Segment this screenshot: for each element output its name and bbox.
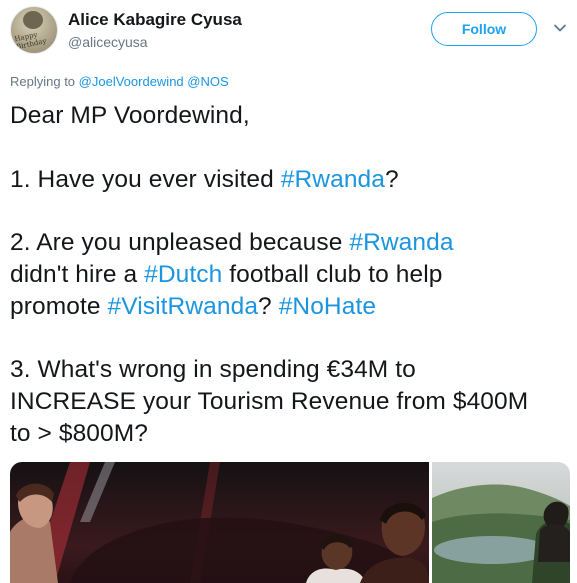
tweet-question-2-line-2: didn't hire a #Dutch football club to he… [10,260,443,288]
gorilla-landscape-illustration [432,484,570,583]
football-players-illustration [10,462,429,583]
hashtag-dutch[interactable]: #Dutch [144,261,222,288]
mention-link-nos[interactable]: @NOS [187,74,228,89]
replying-to-label: Replying to [10,74,76,89]
mention-link-joelvoordewind[interactable]: @JoelVoordewind [79,74,184,89]
hashtag-nohate[interactable]: #NoHate [279,293,376,320]
tweet-question-1: 1. Have you ever visited #Rwanda? [10,165,399,193]
avatar-figure [23,11,43,29]
media-image-gorilla-landscape[interactable] [432,462,570,583]
tweet-question-2-line-1: 2. Are you unpleased because #Rwanda [10,229,454,257]
tweet-header: Happy Birthday Alice Kabagire Cyusa @ali… [10,6,570,58]
media-image-football-players[interactable] [10,462,429,583]
user-handle[interactable]: @alicecyusa [68,34,148,50]
tweet-question-3-line-1: 3. What's wrong in spending €34M to [10,356,416,384]
hashtag-rwanda[interactable]: #Rwanda [349,229,453,256]
replying-to: Replying to @JoelVoordewind @NOS [10,74,229,89]
hashtag-rwanda[interactable]: #Rwanda [281,166,385,193]
tweet-media [10,462,570,583]
tweet-question-2-line-3: promote #VisitRwanda? #NoHate [10,292,377,320]
tweet-greeting: Dear MP Voordewind, [10,102,250,129]
user-name[interactable]: Alice Kabagire Cyusa [68,10,242,30]
avatar[interactable]: Happy Birthday [10,6,58,54]
chevron-down-icon[interactable] [550,18,570,38]
follow-button[interactable]: Follow [431,12,537,46]
tweet-question-3-line-3: to > $800M? [10,419,148,447]
avatar-caption: Happy Birthday [13,30,48,52]
hashtag-visitrwanda[interactable]: #VisitRwanda [107,293,258,320]
tweet-text: Dear MP Voordewind, 1. Have you ever vis… [10,100,572,450]
tweet-question-3-line-2: INCREASE your Tourism Revenue from $400M [10,388,529,416]
